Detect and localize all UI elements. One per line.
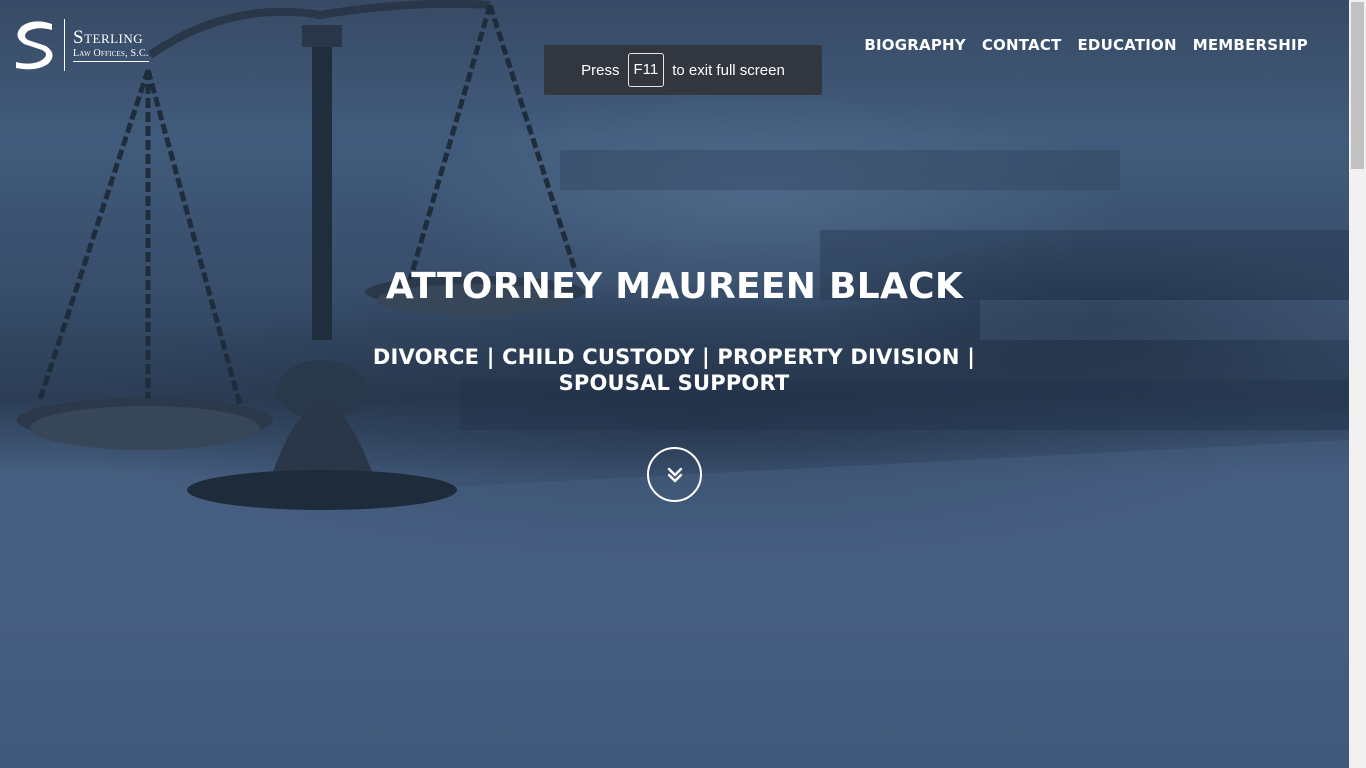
nav-item-biography[interactable]: BIOGRAPHY [864,35,965,55]
fullscreen-notice-prefix: Press [581,61,620,79]
scrollbar-thumb[interactable] [1351,2,1364,169]
scroll-down-button[interactable] [647,447,702,502]
nav-item-contact[interactable]: CONTACT [982,35,1062,55]
logo[interactable]: Sterling Law Offices, S.C. [14,19,149,71]
vertical-scrollbar[interactable] [1349,0,1366,768]
nav-item-membership[interactable]: MEMBERSHIP [1193,35,1308,55]
fullscreen-notice-suffix: to exit full screen [672,61,785,79]
hero-subtitle: DIVORCE | CHILD CUSTODY | PROPERTY DIVIS… [372,345,976,395]
f11-key-badge: F11 [627,53,665,87]
hero-section: Sterling Law Offices, S.C. BIOGRAPHY CON… [0,0,1349,768]
page: Sterling Law Offices, S.C. BIOGRAPHY CON… [0,0,1366,768]
logo-subtitle: Law Offices, S.C. [73,48,149,62]
logo-divider [64,19,65,71]
chevron-double-down-icon [667,467,682,482]
nav-item-education[interactable]: EDUCATION [1077,35,1176,55]
logo-text: Sterling Law Offices, S.C. [73,28,149,62]
hero-title: ATTORNEY MAUREEN BLACK [385,266,964,307]
fullscreen-exit-notice: Press F11 to exit full screen [544,45,822,95]
logo-name: Sterling [73,27,144,48]
sterling-logo-mark-icon [16,21,53,70]
main-nav: BIOGRAPHY CONTACT EDUCATION MEMBERSHIP [864,35,1308,55]
